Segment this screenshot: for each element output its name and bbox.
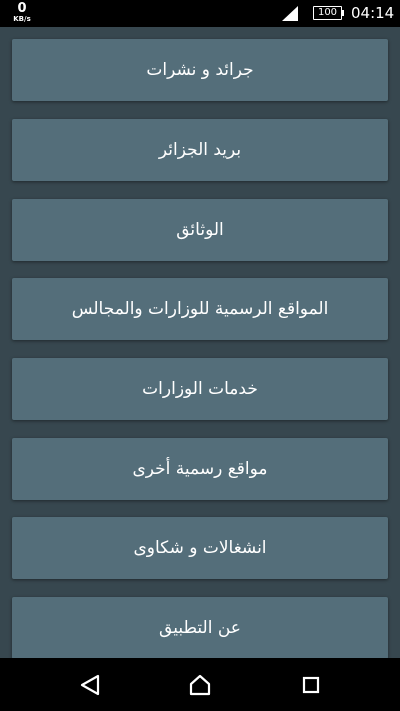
- menu-item-newspapers[interactable]: جرائد و نشرات: [12, 39, 388, 101]
- clock: 04:14: [351, 4, 395, 22]
- menu-item-label: خدمات الوزارات: [142, 379, 258, 399]
- navigation-bar: [0, 658, 400, 711]
- battery-level: 100: [317, 7, 338, 18]
- menu-item-label: بريد الجزائر: [158, 140, 242, 160]
- menu-item-ministry-sites[interactable]: المواقع الرسمية للوزارات والمجالس: [12, 278, 388, 340]
- network-speed-value: 0: [17, 1, 27, 16]
- menu-item-label: مواقع رسمية أخرى: [132, 459, 268, 479]
- menu-item-label: جرائد و نشرات: [146, 60, 254, 80]
- menu-item-label: الوثائق: [176, 220, 224, 240]
- menu-item-ministry-services[interactable]: خدمات الوزارات: [12, 358, 388, 420]
- recent-apps-button[interactable]: [281, 658, 341, 711]
- menu-item-about[interactable]: عن التطبيق: [12, 597, 388, 658]
- menu-item-algeria-post[interactable]: بريد الجزائر: [12, 119, 388, 181]
- battery-tip: [342, 10, 344, 16]
- menu-item-complaints[interactable]: انشغالات و شكاوى: [12, 517, 388, 579]
- status-bar: 0 KB/s 100 04:14: [0, 0, 400, 27]
- menu-item-label: عن التطبيق: [159, 618, 241, 638]
- signal-icon: [282, 6, 298, 21]
- recent-apps-icon: [302, 676, 320, 693]
- back-button[interactable]: [60, 658, 120, 711]
- home-button[interactable]: [170, 658, 230, 711]
- network-speed-unit: KB/s: [13, 15, 31, 23]
- menu-item-label: المواقع الرسمية للوزارات والمجالس: [71, 299, 329, 319]
- menu-item-other-sites[interactable]: مواقع رسمية أخرى: [12, 438, 388, 500]
- menu-list: جرائد و نشرات بريد الجزائر الوثائق الموا…: [0, 27, 400, 658]
- battery-icon: 100: [313, 6, 342, 20]
- menu-item-documents[interactable]: الوثائق: [12, 199, 388, 261]
- home-icon: [189, 674, 211, 695]
- back-icon: [80, 674, 100, 695]
- network-speed: 0 KB/s: [9, 2, 35, 23]
- menu-item-label: انشغالات و شكاوى: [133, 538, 267, 558]
